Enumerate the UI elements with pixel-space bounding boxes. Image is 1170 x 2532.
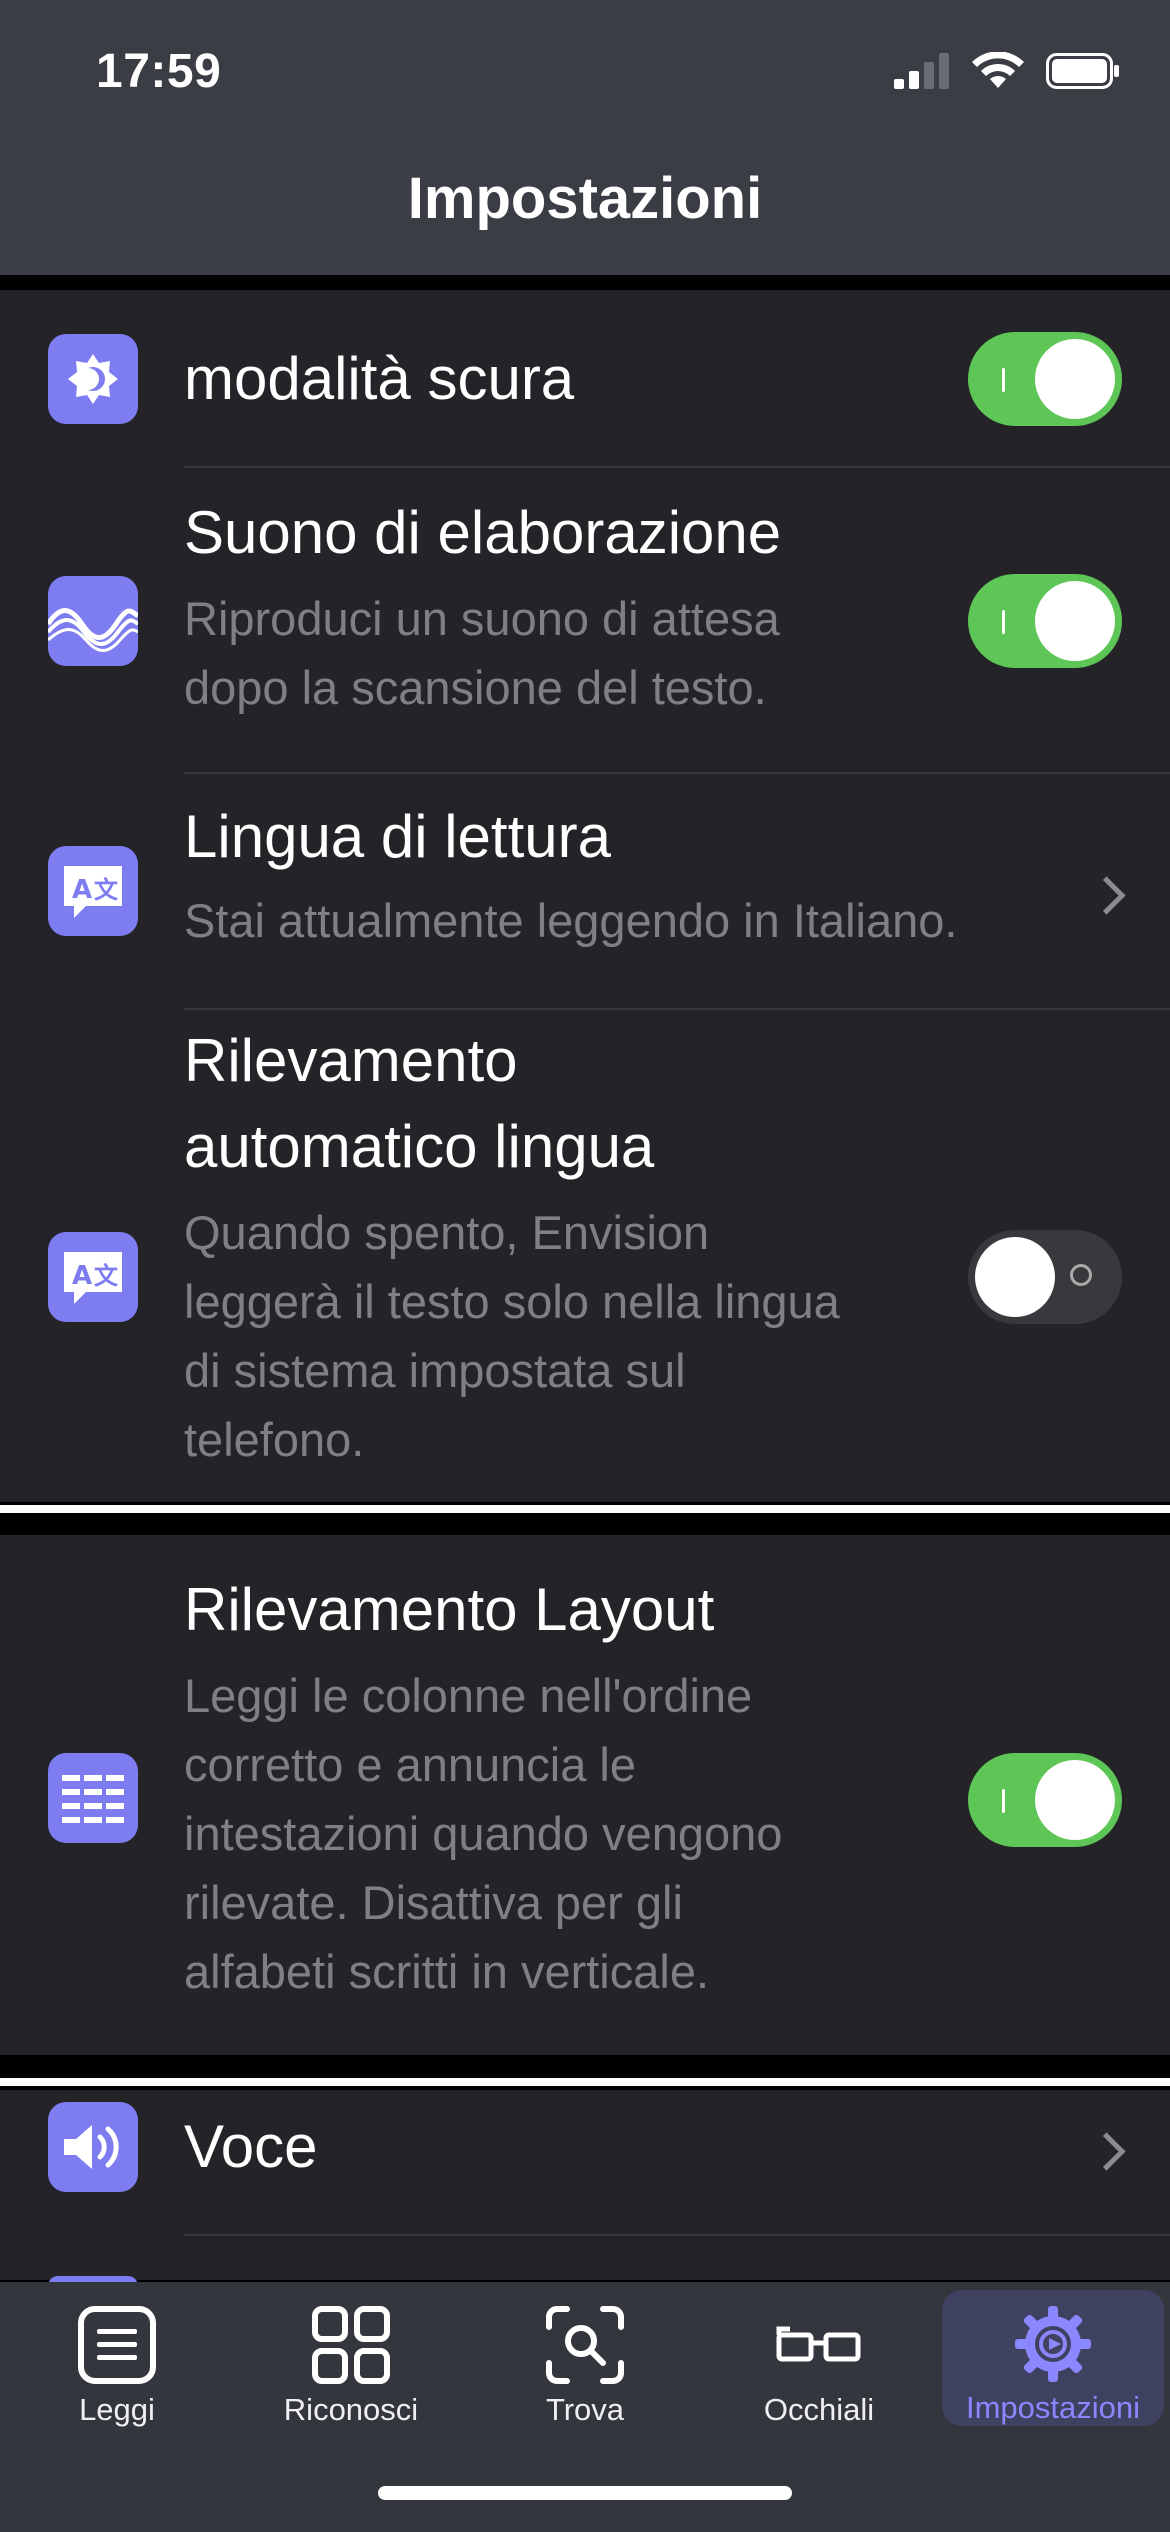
status-icons bbox=[894, 52, 1120, 90]
setting-row-processing-sound: Suono di elaborazione Riproduci un suono… bbox=[0, 468, 1170, 774]
setting-row-auto-language: A 文 Rilevamento automatico lingua Quando… bbox=[0, 1010, 1170, 1502]
read-document-icon bbox=[72, 2300, 162, 2390]
scan-search-icon bbox=[540, 2300, 630, 2390]
setting-title: modalità scura bbox=[184, 345, 575, 412]
setting-title: Rilevamento Layout bbox=[184, 1576, 715, 1643]
layout-columns-icon bbox=[48, 1753, 138, 1843]
section-separator bbox=[0, 1505, 1170, 1513]
grid-icon bbox=[306, 2300, 396, 2390]
section-separator bbox=[0, 2078, 1170, 2086]
setting-subtitle-line-5: alfabeti scritti in verticale. bbox=[184, 1945, 710, 1998]
svg-text:A: A bbox=[72, 875, 92, 905]
setting-title: Voce bbox=[184, 2113, 318, 2180]
settings-group-general: modalità scura Suono di elaborazione Rip… bbox=[0, 290, 1170, 1502]
settings-group-layout: Rilevamento Layout Leggi le colonne nell… bbox=[0, 1535, 1170, 2055]
toggle-knob bbox=[1035, 1760, 1115, 1840]
tab-label: Occhiali bbox=[763, 2392, 875, 2427]
setting-title: Lingua di lettura bbox=[184, 803, 611, 870]
status-time: 17:59 bbox=[96, 45, 222, 98]
setting-subtitle: Stai attualmente leggendo in Italiano. bbox=[184, 894, 958, 947]
toggle-knob bbox=[1035, 339, 1115, 419]
settings-screen: 17:59 Impostazioni modalità scura Suono … bbox=[0, 0, 1170, 2532]
tab-occhiali[interactable]: Occhiali bbox=[702, 2282, 936, 2432]
toggle-on-mark bbox=[1002, 610, 1005, 634]
cellular-signal-icon bbox=[894, 53, 949, 89]
toggle-off-mark bbox=[1070, 1264, 1092, 1286]
chevron-right-icon bbox=[1087, 2132, 1126, 2171]
dark-mode-icon bbox=[48, 334, 138, 424]
tab-bar: Leggi Riconosci Trova Occhiali Impostazi… bbox=[0, 2282, 1170, 2532]
setting-subtitle-line-3: intestazioni quando vengono bbox=[184, 1807, 783, 1860]
chevron-right-icon bbox=[1087, 876, 1126, 915]
glasses-icon bbox=[774, 2300, 864, 2390]
translate-icon: A 文 bbox=[48, 1232, 138, 1322]
toggle-on-mark bbox=[1002, 368, 1005, 392]
tab-riconosci[interactable]: Riconosci bbox=[234, 2282, 468, 2432]
setting-subtitle-line-2: leggerà il testo solo nella lingua bbox=[184, 1275, 840, 1328]
setting-row-layout-detection: Rilevamento Layout Leggi le colonne nell… bbox=[0, 1535, 1170, 2055]
wifi-icon bbox=[972, 52, 1024, 88]
tab-label: Trova bbox=[545, 2392, 625, 2427]
svg-text:文: 文 bbox=[94, 876, 119, 904]
battery-icon bbox=[1046, 53, 1119, 89]
setting-title-line-2: automatico lingua bbox=[184, 1113, 655, 1180]
tab-label: Leggi bbox=[79, 2392, 155, 2427]
setting-subtitle-line-1: Leggi le colonne nell'ordine bbox=[184, 1669, 753, 1722]
translate-icon: A 文 bbox=[48, 846, 138, 936]
page-title: Impostazioni bbox=[407, 166, 763, 231]
dark-mode-toggle[interactable] bbox=[968, 332, 1122, 426]
setting-title: Suono di elaborazione bbox=[184, 499, 782, 566]
toggle-on-mark bbox=[1002, 1789, 1005, 1813]
speaker-icon bbox=[48, 2102, 138, 2192]
setting-subtitle-line-3: di sistema impostata sul bbox=[184, 1344, 686, 1397]
toggle-knob bbox=[975, 1237, 1055, 1317]
tab-label: Impostazioni bbox=[965, 2390, 1141, 2425]
row-divider bbox=[184, 2234, 1170, 2236]
setting-subtitle-line-2: dopo la scansione del testo. bbox=[184, 661, 767, 714]
layout-detection-toggle[interactable] bbox=[968, 1753, 1122, 1847]
tab-trova[interactable]: Trova bbox=[468, 2282, 702, 2432]
sound-wave-icon bbox=[48, 576, 138, 666]
setting-row-voice[interactable]: Voce bbox=[0, 2090, 1170, 2234]
home-indicator[interactable] bbox=[378, 2486, 792, 2500]
setting-subtitle-line-4: rilevate. Disattiva per gli bbox=[184, 1876, 683, 1929]
setting-row-reading-language[interactable]: A 文 Lingua di lettura Stai attualmente l… bbox=[0, 774, 1170, 1010]
setting-row-dark-mode: modalità scura bbox=[0, 290, 1170, 468]
setting-subtitle-line-1: Quando spento, Envision bbox=[184, 1206, 710, 1259]
setting-subtitle-line-1: Riproduci un suono di attesa bbox=[184, 592, 780, 645]
top-bar: 17:59 Impostazioni bbox=[0, 0, 1170, 275]
svg-text:文: 文 bbox=[94, 1262, 119, 1290]
auto-language-toggle[interactable] bbox=[968, 1230, 1122, 1324]
tab-label: Riconosci bbox=[283, 2392, 419, 2427]
settings-group-voice: Voce bbox=[0, 2090, 1170, 2286]
setting-subtitle-line-4: telefono. bbox=[184, 1413, 365, 1466]
svg-text:A: A bbox=[72, 1261, 92, 1291]
setting-title-line-1: Rilevamento bbox=[184, 1027, 518, 1094]
toggle-knob bbox=[1035, 581, 1115, 661]
settings-gear-icon bbox=[1008, 2300, 1098, 2388]
tab-impostazioni[interactable]: Impostazioni bbox=[942, 2290, 1164, 2426]
tab-leggi[interactable]: Leggi bbox=[0, 2282, 234, 2432]
processing-sound-toggle[interactable] bbox=[968, 574, 1122, 668]
setting-subtitle-line-2: corretto e annuncia le bbox=[184, 1738, 637, 1791]
